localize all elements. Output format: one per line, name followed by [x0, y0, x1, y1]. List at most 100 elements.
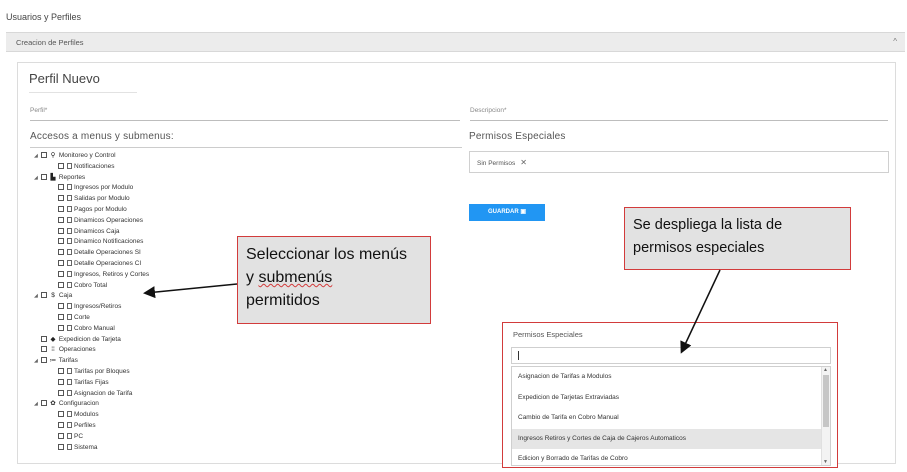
tree-checkbox[interactable]	[58, 195, 64, 202]
guardar-button[interactable]: GUARDAR ▣	[469, 204, 545, 221]
tree-checkbox[interactable]	[58, 324, 64, 331]
perfil-field[interactable]	[30, 120, 460, 121]
doc-icon	[67, 206, 72, 212]
chevron-up-icon[interactable]: ^	[893, 37, 897, 46]
scroll-up-icon[interactable]: ▲	[823, 367, 828, 373]
tree-checkbox[interactable]	[58, 238, 64, 245]
tree-menu-item[interactable]: ◢ $ Caja	[34, 291, 72, 300]
expand-toggle-icon[interactable]: ◢	[34, 400, 41, 409]
dropdown-option[interactable]: Asignacion de Tarifas a Modulos	[512, 367, 822, 387]
tree-submenu-item[interactable]: Detalle Operaciones SI	[58, 248, 141, 257]
dropdown-search-input[interactable]	[511, 347, 831, 364]
tree-menu-item[interactable]: ◢ ≔ Tarifas	[34, 356, 78, 365]
tree-submenu-item[interactable]: Dinamicos Operaciones	[58, 216, 143, 225]
dropdown-option[interactable]: Cambio de Tarifa en Cobro Manual	[512, 408, 822, 428]
doc-icon	[67, 443, 72, 450]
tree-checkbox[interactable]	[41, 152, 47, 158]
tree-checkbox[interactable]	[58, 422, 64, 428]
tree-submenu-item[interactable]: Modulos	[58, 410, 99, 419]
tree-checkbox[interactable]	[58, 227, 64, 234]
doc-icon	[67, 260, 72, 266]
tree-checkbox[interactable]	[58, 260, 64, 266]
tree-submenu-item[interactable]: Dinamico Notificaciones	[58, 237, 143, 246]
tree-submenu-item[interactable]: Ingresos por Modulo	[58, 183, 133, 192]
tree-checkbox[interactable]	[58, 443, 64, 450]
tree-checkbox[interactable]	[41, 335, 47, 342]
callout-left-line3: permitidos	[246, 292, 320, 309]
tree-submenu-item[interactable]: Dinamicos Caja	[58, 227, 120, 236]
doc-icon	[67, 411, 72, 418]
doc-icon	[67, 422, 72, 428]
expand-toggle-icon[interactable]: ◢	[34, 357, 41, 366]
tree-checkbox[interactable]	[58, 432, 64, 439]
expand-toggle-icon[interactable]: ◢	[34, 292, 41, 301]
expand-toggle-icon[interactable]: ◢	[34, 152, 41, 161]
tree-checkbox[interactable]	[58, 314, 64, 320]
dropdown-option[interactable]: Edicion y Borrado de Tarifas de Cobro	[512, 449, 822, 465]
tree-submenu-item[interactable]: Cobro Total	[58, 281, 107, 290]
tree-checkbox[interactable]	[41, 173, 47, 180]
tree-item-label: Ingresos, Retiros y Cortes	[74, 270, 150, 278]
panel-header-label: Creacion de Perfiles	[16, 38, 84, 47]
tree-checkbox[interactable]	[58, 368, 64, 374]
tree-menu-item[interactable]: ◢ ✿ Configuracion	[34, 399, 99, 408]
scrollbar-thumb[interactable]	[823, 375, 829, 427]
tree-checkbox[interactable]	[58, 378, 64, 385]
tree-submenu-item[interactable]: Corte	[58, 313, 90, 322]
tree-submenu-item[interactable]: Ingresos, Retiros y Cortes	[58, 270, 149, 279]
tree-submenu-item[interactable]: Salidas por Modulo	[58, 194, 130, 203]
tree-item-label: Salidas por Modulo	[74, 195, 130, 203]
tree-item-label: Cobro Total	[74, 281, 108, 289]
tree-item-label: Ingresos/Retiros	[74, 303, 122, 311]
tree-item-label: Sistema	[74, 443, 98, 451]
tree-checkbox[interactable]	[41, 357, 47, 364]
creacion-perfiles-panel-header[interactable]: Creacion de Perfiles ^	[6, 32, 905, 52]
tree-menu-item[interactable]: ◢ ▙ Reportes	[34, 173, 85, 182]
page-title: Usuarios y Perfiles	[6, 12, 82, 22]
tree-checkbox[interactable]	[58, 281, 64, 288]
tree-submenu-item[interactable]: Asignacion de Tarifa	[58, 389, 132, 398]
tree-submenu-item[interactable]: Perfiles	[58, 421, 96, 430]
descripcion-field-label: Descripcion*	[470, 107, 507, 114]
tree-checkbox[interactable]	[41, 292, 47, 299]
tree-submenu-item[interactable]: PC	[58, 432, 83, 441]
doc-icon	[67, 324, 72, 331]
dropdown-option[interactable]: Ingresos Retiros y Cortes de Caja de Caj…	[512, 428, 822, 449]
tree-submenu-item[interactable]: Pagos por Modulo	[58, 205, 127, 214]
scroll-down-icon[interactable]: ▼	[823, 459, 828, 465]
tree-checkbox[interactable]	[58, 389, 64, 396]
tree-submenu-item[interactable]: Sistema	[58, 443, 97, 452]
chip-remove-icon[interactable]: ✕	[520, 158, 527, 167]
dropdown-option[interactable]: Expedicion de Tarjetas Extraviadas	[512, 388, 822, 408]
tree-checkbox[interactable]	[58, 216, 64, 223]
tree-checkbox[interactable]	[41, 346, 47, 353]
tree-checkbox[interactable]	[41, 400, 47, 407]
dropdown-scrollbar[interactable]: ▲ ▼	[821, 367, 830, 465]
descripcion-field[interactable]	[470, 120, 888, 121]
tree-checkbox[interactable]	[58, 303, 64, 310]
tree-checkbox[interactable]	[58, 411, 64, 418]
doc-icon	[67, 227, 72, 234]
tree-checkbox[interactable]	[58, 162, 64, 169]
tree-menu-item[interactable]: ◆ Expedicion de Tarjeta	[34, 335, 121, 344]
tree-submenu-item[interactable]: Notificaciones	[58, 162, 114, 171]
doc-icon	[67, 378, 72, 385]
tree-menu-item[interactable]: ⁞⁞ Operaciones	[34, 345, 96, 354]
permisos-select[interactable]: Sin Permisos ✕	[469, 151, 889, 173]
callout-lista-permisos: Se despliega la lista de permisos especi…	[624, 207, 851, 270]
tree-item-label: Caja	[58, 292, 73, 300]
tree-submenu-item[interactable]: Detalle Operaciones CI	[58, 259, 141, 268]
tag-icon: ◆	[50, 335, 56, 343]
tree-checkbox[interactable]	[58, 270, 64, 277]
tree-submenu-item[interactable]: Ingresos/Retiros	[58, 302, 121, 311]
expand-toggle-icon[interactable]: ◢	[34, 174, 41, 183]
tree-submenu-item[interactable]: Tarifas por Bloques	[58, 367, 130, 376]
tree-checkbox[interactable]	[58, 249, 64, 256]
doc-icon	[67, 432, 72, 439]
tree-item-label: Tarifas	[58, 357, 78, 365]
tree-submenu-item[interactable]: Tarifas Fijas	[58, 378, 109, 387]
tree-menu-item[interactable]: ◢ ⚲ Monitoreo y Control	[34, 151, 116, 160]
tree-submenu-item[interactable]: Cobro Manual	[58, 324, 115, 333]
tree-checkbox[interactable]	[58, 184, 64, 191]
tree-checkbox[interactable]	[58, 206, 64, 212]
